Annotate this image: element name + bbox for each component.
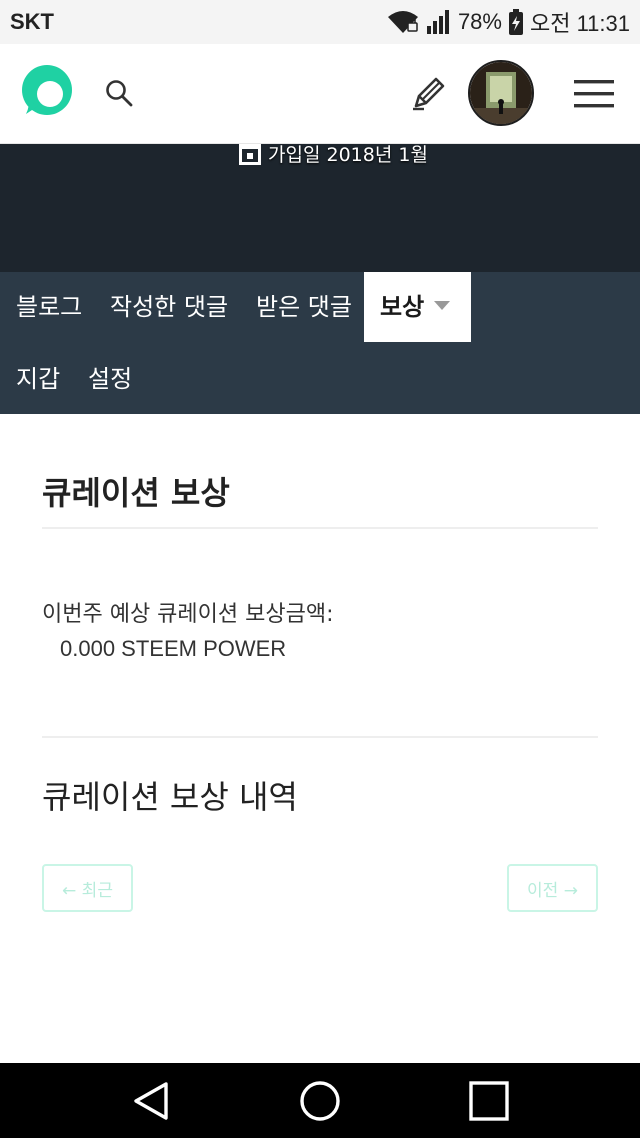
tab-wallet[interactable]: 지갑 (16, 344, 60, 414)
tab-replies-label: 받은 댓글 (256, 293, 352, 321)
carrier-name: SKT (10, 9, 54, 34)
profile-tabs: 블로그 작성한 댓글 받은 댓글 보상 지갑 설정 (0, 272, 640, 414)
signal-icon (426, 10, 449, 34)
avatar[interactable] (468, 60, 534, 126)
tab-replies[interactable]: 받은 댓글 (256, 272, 352, 342)
recents-square-icon[interactable] (467, 1079, 511, 1123)
wifi-icon (387, 11, 418, 33)
estimate-value: 0.000 STEEM POWER (60, 636, 287, 661)
status-bar: SKT 78% 오전 11:31 (0, 0, 640, 44)
back-triangle-icon[interactable] (130, 1079, 174, 1123)
page-title: 큐레이션 보상 (42, 474, 230, 512)
history-title: 큐레이션 보상 내역 (42, 778, 298, 816)
estimate-label: 이번주 예상 큐레이션 보상금액: (42, 602, 334, 627)
joined-text: 가입일 2018년 1월 (268, 144, 428, 166)
tab-wallet-label: 지갑 (16, 365, 61, 393)
status-indicators: 78% 오전 11:31 (386, 6, 630, 38)
tab-comments-label: 작성한 댓글 (110, 293, 229, 321)
clock: 오전 11:31 (529, 11, 630, 36)
tab-comments[interactable]: 작성한 댓글 (110, 272, 228, 342)
tab-rewards-label: 보상 (380, 293, 425, 321)
pencil-icon[interactable] (410, 74, 448, 112)
hamburger-menu-icon[interactable] (574, 78, 614, 110)
divider (42, 527, 598, 529)
home-circle-icon[interactable] (298, 1079, 342, 1123)
battery-charging-icon (508, 9, 523, 35)
chevron-down-icon (434, 300, 451, 310)
search-icon[interactable] (104, 78, 134, 108)
tab-blog-label: 블로그 (16, 293, 83, 321)
tab-blog[interactable]: 블로그 (16, 272, 82, 342)
recent-button[interactable]: ← 최근 (42, 864, 133, 912)
battery-percent: 78% (457, 9, 502, 34)
calendar-icon (239, 143, 261, 165)
steemit-logo-icon[interactable] (16, 62, 74, 120)
system-nav-bar (0, 1063, 640, 1138)
joined-date: 가입일 2018년 1월 (238, 140, 428, 167)
tab-settings[interactable]: 설정 (88, 344, 132, 414)
app-header (0, 44, 640, 144)
divider (42, 736, 598, 738)
tab-rewards[interactable]: 보상 (364, 272, 471, 342)
tab-settings-label: 설정 (88, 365, 133, 393)
older-button[interactable]: 이전 → (507, 864, 598, 912)
